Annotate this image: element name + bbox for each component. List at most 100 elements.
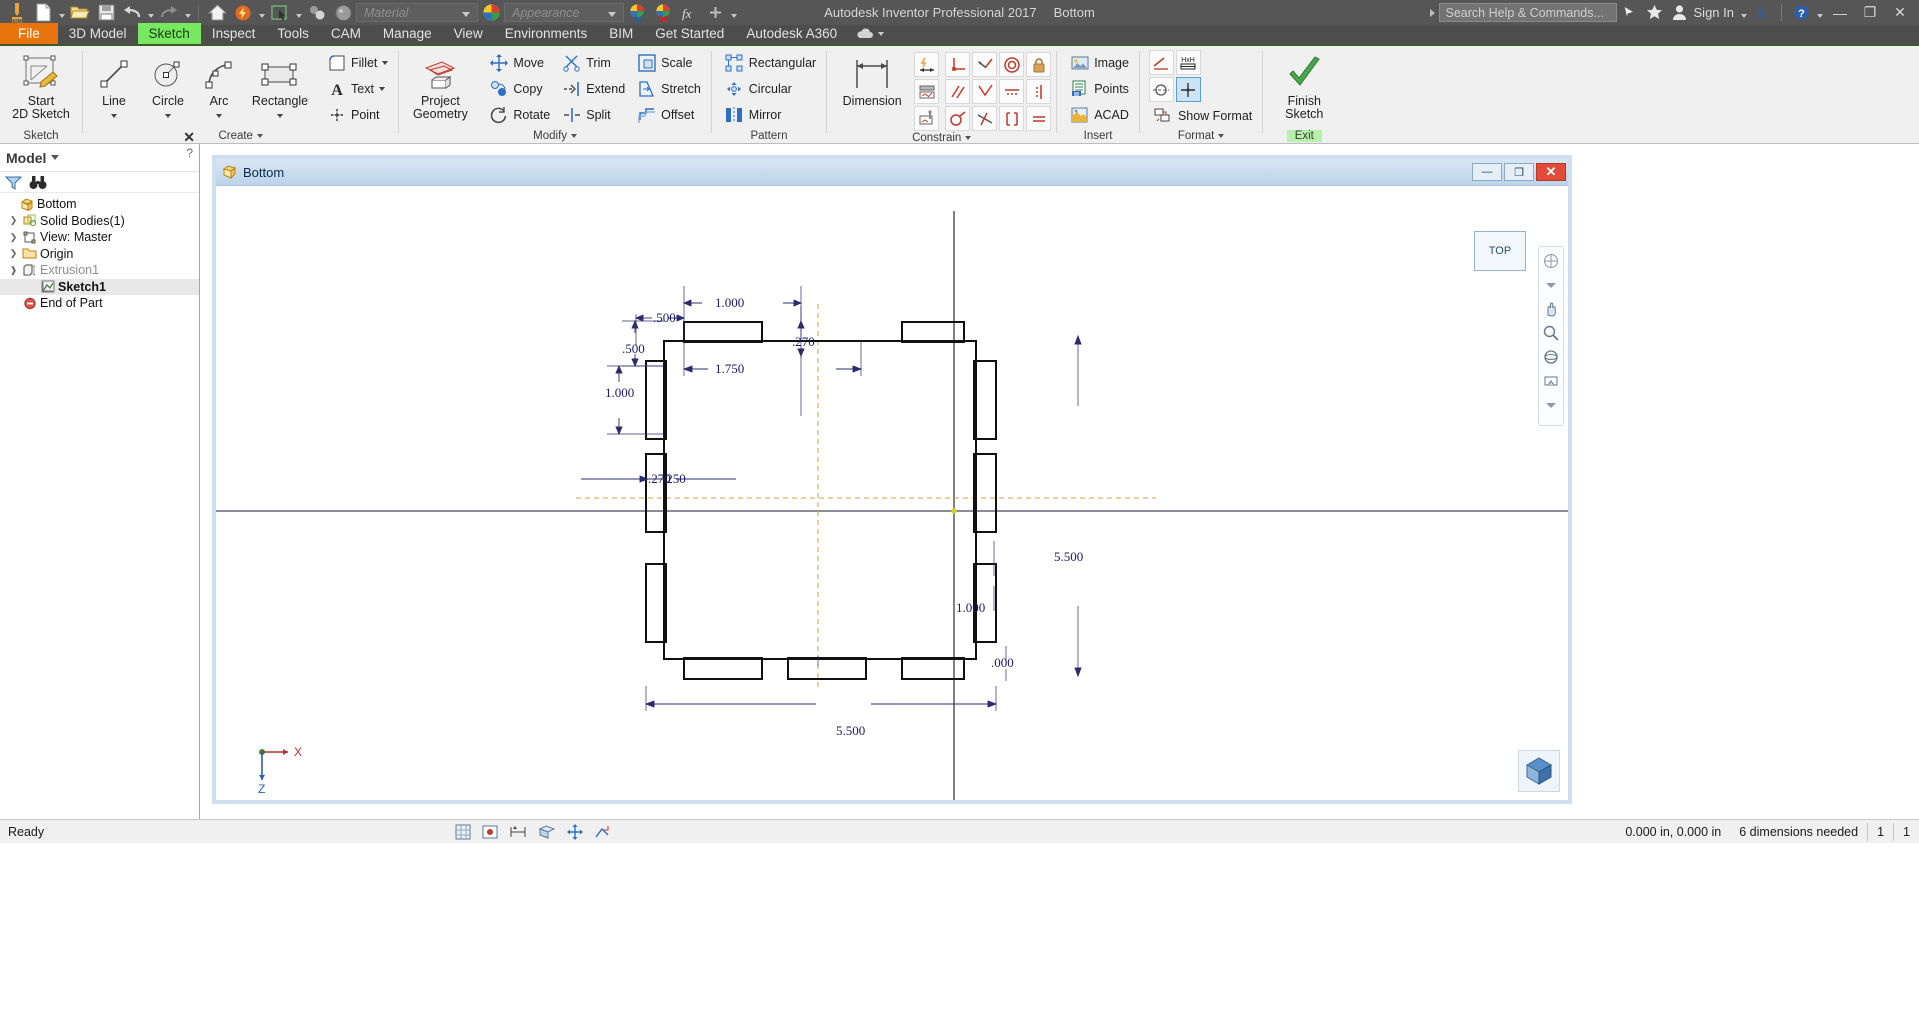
horizontal-constraint-icon[interactable]	[999, 79, 1025, 104]
stretch-button[interactable]: Stretch	[632, 76, 706, 102]
select-icon[interactable]	[267, 1, 293, 24]
copy-button[interactable]: Copy	[484, 76, 555, 102]
tab-manage[interactable]: Manage	[372, 23, 443, 44]
split-button[interactable]: Split	[557, 102, 630, 128]
grid-snap-icon[interactable]	[455, 824, 471, 840]
coincident-icon[interactable]	[972, 79, 998, 104]
exchange-apps-x-icon[interactable]: X	[1749, 1, 1774, 24]
insert-image-button[interactable]: Image	[1065, 50, 1134, 76]
panel-constrain-expand-icon[interactable]	[965, 135, 972, 140]
parameters-fx-icon[interactable]: fx	[676, 1, 702, 24]
appearance-add-icon[interactable]	[624, 1, 650, 24]
search-expand-icon[interactable]	[1426, 9, 1439, 17]
a360-cloud-status-icon[interactable]	[848, 23, 892, 44]
redo-dropdown-icon[interactable]	[182, 1, 193, 24]
document-minimize-button[interactable]: —	[1472, 163, 1502, 181]
smooth-constraint-icon[interactable]	[945, 106, 971, 131]
tab-bim[interactable]: BIM	[598, 23, 644, 44]
tab-autodesk-a360[interactable]: Autodesk A360	[735, 23, 848, 44]
full-navigation-wheel-icon[interactable]	[1542, 252, 1560, 270]
update-icon[interactable]	[230, 1, 256, 24]
tab-get-started[interactable]: Get Started	[644, 23, 735, 44]
show-format-button[interactable]: Show Format	[1149, 103, 1257, 129]
parallel-icon[interactable]	[945, 79, 971, 104]
appearance-remove-icon[interactable]	[650, 1, 676, 24]
panel-create-expand-icon[interactable]	[256, 133, 263, 138]
filter-icon[interactable]	[5, 175, 22, 190]
equal-icon[interactable]	[1026, 106, 1052, 131]
navbar-dropdown-icon[interactable]	[1542, 396, 1560, 414]
window-minimize-button[interactable]: —	[1825, 0, 1855, 25]
tree-expander-extrusion1[interactable]: ❱	[8, 265, 19, 276]
tree-expander-solid-bodies[interactable]: ❯	[8, 215, 19, 226]
collinear-icon[interactable]	[999, 106, 1025, 131]
window-close-button[interactable]: ✕	[1885, 0, 1915, 25]
line-button[interactable]: Line	[88, 50, 140, 121]
appearance-wheel-icon[interactable]	[478, 1, 504, 24]
symmetric-icon[interactable]	[972, 106, 998, 131]
save-file-icon[interactable]	[93, 1, 119, 24]
centerline-icon[interactable]	[1148, 77, 1174, 102]
redo-icon[interactable]	[156, 1, 182, 24]
dimension-display-icon[interactable]	[509, 824, 527, 840]
mirror-button[interactable]: Mirror	[720, 102, 821, 128]
tab-file[interactable]: File	[0, 23, 58, 44]
vertical-constraint-icon[interactable]	[1026, 79, 1052, 104]
insert-points-button[interactable]: Points	[1065, 76, 1134, 102]
help-dropdown-icon[interactable]	[1814, 1, 1825, 24]
autodesk-exchange-icon[interactable]	[1617, 1, 1642, 24]
select-dropdown-icon[interactable]	[293, 1, 304, 24]
appearance-combo[interactable]: Appearance	[504, 3, 624, 22]
extend-button[interactable]: Extend	[557, 76, 630, 102]
line-dropdown-icon[interactable]	[110, 114, 117, 118]
rectangle-button[interactable]: Rectangle	[244, 50, 316, 121]
open-file-icon[interactable]	[67, 1, 93, 24]
tree-item-solid-bodies[interactable]: ❯ Solid Bodies(1)	[0, 213, 199, 230]
document-close-button[interactable]: ✕	[1536, 163, 1566, 181]
trim-button[interactable]: Trim	[557, 50, 630, 76]
tab-environments[interactable]: Environments	[494, 23, 599, 44]
tab-inspect[interactable]: Inspect	[201, 23, 267, 44]
text-button[interactable]: A Text	[322, 76, 393, 102]
relax-mode-icon[interactable]	[594, 824, 612, 840]
tree-item-extrusion1[interactable]: ❱ Extrusion1	[0, 262, 199, 279]
new-file-icon[interactable]	[30, 1, 56, 24]
tree-item-origin[interactable]: ❯ Origin	[0, 246, 199, 263]
point-button[interactable]: Point	[322, 102, 393, 128]
show-constraints-icon[interactable]	[914, 79, 940, 104]
center-point-icon[interactable]	[1175, 77, 1201, 102]
document-restore-button[interactable]: ❐	[1504, 163, 1534, 181]
browser-help-icon[interactable]: ?	[186, 146, 193, 160]
project-geometry-button[interactable]: Project Geometry	[404, 50, 476, 121]
dimension-button[interactable]: Dimension	[832, 50, 912, 108]
sketch-canvas[interactable]: 1.000 .500 .500 1.000 1.750 .270 .270 .2…	[216, 186, 1568, 800]
update-dropdown-icon[interactable]	[256, 1, 267, 24]
look-at-icon[interactable]	[1542, 372, 1560, 390]
orbit-icon[interactable]	[1542, 348, 1560, 366]
zoom-magnifier-icon[interactable]	[1542, 324, 1560, 342]
return-icon[interactable]	[304, 1, 330, 24]
slice-graphics-icon[interactable]	[538, 824, 556, 840]
circular-pattern-button[interactable]: Circular	[720, 76, 821, 102]
construction-line-icon[interactable]	[1148, 50, 1174, 75]
customize-qat-plus-icon[interactable]	[702, 1, 728, 24]
circle-button[interactable]: Circle	[142, 50, 194, 121]
search-input[interactable]: Search Help & Commands...	[1438, 3, 1617, 22]
tab-cam[interactable]: CAM	[320, 23, 372, 44]
binoculars-icon[interactable]	[29, 175, 47, 190]
browser-close-icon[interactable]: ✕	[183, 129, 195, 146]
navigation-wheel-dropdown-icon[interactable]	[1542, 276, 1560, 294]
rectangle-dropdown-icon[interactable]	[276, 114, 283, 118]
perpendicular-icon[interactable]	[945, 52, 971, 77]
insert-acad-button[interactable]: ACAD	[1065, 102, 1134, 128]
fillet-dropdown-icon[interactable]	[382, 61, 389, 65]
tab-tools[interactable]: Tools	[266, 23, 320, 44]
arc-button[interactable]: Arc	[196, 50, 242, 121]
tree-item-view-master[interactable]: ❯ View: Master	[0, 229, 199, 246]
tree-item-end-of-part[interactable]: End of Part	[0, 295, 199, 312]
pan-hand-icon[interactable]	[1542, 300, 1560, 318]
scale-button[interactable]: Scale	[632, 50, 706, 76]
rotate-button[interactable]: Rotate	[484, 102, 555, 128]
constraint-settings-icon[interactable]	[914, 106, 940, 131]
fix-constraint-icon[interactable]	[1026, 52, 1052, 77]
